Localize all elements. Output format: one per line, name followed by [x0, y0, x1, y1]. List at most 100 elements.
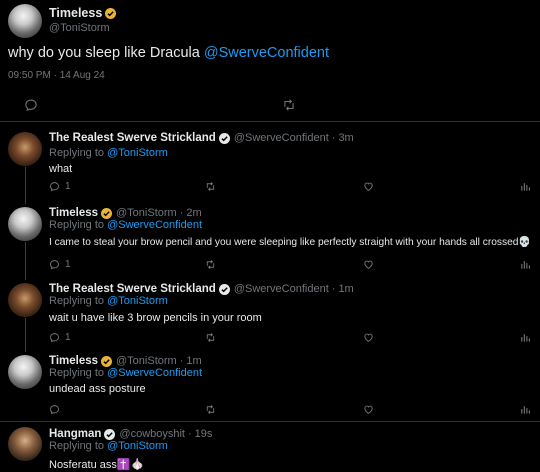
- retweet-button[interactable]: [205, 181, 216, 192]
- relative-time[interactable]: 1m: [186, 355, 201, 367]
- author-row: The Realest Swerve Strickland @SwerveCon…: [49, 283, 354, 295]
- like-button[interactable]: [363, 404, 374, 415]
- handle[interactable]: @SwerveConfident: [234, 132, 329, 144]
- stats-icon: [521, 183, 530, 191]
- retweet-button[interactable]: [205, 259, 216, 270]
- reply-button[interactable]: 1: [49, 332, 71, 343]
- tweet-text: why do you sleep like Dracula @SwerveCon…: [8, 45, 329, 61]
- thread-line: [25, 242, 26, 280]
- reply-button[interactable]: [49, 404, 60, 415]
- reply-button[interactable]: [24, 98, 38, 112]
- verified-badge-icon: [218, 283, 230, 295]
- replying-label: Replying to: [49, 147, 108, 159]
- stats-button[interactable]: [520, 181, 531, 192]
- like-button[interactable]: [363, 259, 374, 270]
- replying-label: Replying to: [49, 295, 108, 307]
- stats-icon: [521, 334, 530, 342]
- mention-link[interactable]: @SwerveConfident: [107, 367, 202, 379]
- divider: [0, 421, 540, 422]
- replying-to: Replying to @ToniStorm: [49, 295, 168, 307]
- like-icon: [364, 182, 373, 191]
- tweet-text: undead ass posture: [49, 383, 146, 395]
- relative-time[interactable]: 1m: [338, 283, 353, 295]
- tweet-text: wait u have like 3 brow pencils in your …: [49, 312, 262, 324]
- avatar[interactable]: [8, 427, 42, 461]
- author-row: Timeless @ToniStorm · 1m: [49, 355, 202, 367]
- stats-button[interactable]: [520, 404, 531, 415]
- author-row: The Realest Swerve Strickland @SwerveCon…: [49, 132, 354, 144]
- display-name[interactable]: The Realest Swerve Strickland: [49, 132, 216, 144]
- relative-time[interactable]: 19s: [195, 428, 213, 440]
- handle[interactable]: @cowboyshit: [119, 428, 185, 440]
- handle[interactable]: @ToniStorm: [116, 207, 177, 219]
- relative-time[interactable]: 3m: [338, 132, 353, 144]
- retweet-icon: [284, 99, 294, 111]
- author-row: Hangman @cowboyshit · 19s: [49, 428, 212, 440]
- retweet-button[interactable]: [205, 332, 216, 343]
- retweet-icon: [206, 182, 215, 191]
- replying-to: Replying to @SwerveConfident: [49, 219, 202, 231]
- reply-button[interactable]: 1: [49, 259, 71, 270]
- tweet-text: Nosferatu ass✝️🧄: [49, 459, 145, 471]
- like-icon: [364, 405, 373, 414]
- reply-count: 1: [65, 181, 71, 192]
- avatar[interactable]: [8, 4, 42, 38]
- display-name[interactable]: Hangman: [49, 428, 101, 440]
- timestamp[interactable]: 09:50 PM · 14 Aug 24: [8, 70, 105, 81]
- tweet-text-body: why do you sleep like Dracula: [8, 45, 204, 61]
- separator-dot: ·: [331, 283, 336, 295]
- verified-badge-icon: [101, 355, 113, 367]
- avatar[interactable]: [8, 355, 42, 389]
- avatar[interactable]: [8, 207, 42, 241]
- display-name[interactable]: The Realest Swerve Strickland: [49, 283, 216, 295]
- retweet-button[interactable]: [282, 98, 296, 112]
- reply-button[interactable]: 1: [49, 181, 71, 192]
- mention-link[interactable]: @SwerveConfident: [204, 45, 329, 61]
- verified-badge-icon: [101, 207, 113, 219]
- display-name[interactable]: Timeless: [49, 207, 98, 219]
- tweet-text: what: [49, 163, 73, 175]
- display-name[interactable]: Timeless: [49, 355, 98, 367]
- like-button[interactable]: [363, 332, 374, 343]
- replying-to: Replying to @SwerveConfident: [49, 367, 202, 379]
- replying-to: Replying to @ToniStorm: [49, 440, 168, 452]
- verified-badge-icon: [104, 428, 116, 440]
- stats-button[interactable]: [520, 332, 531, 343]
- separator-dot: ·: [331, 132, 336, 144]
- verified-badge-icon: [218, 132, 230, 144]
- thread-line: [25, 318, 26, 352]
- mention-link[interactable]: @SwerveConfident: [107, 219, 202, 231]
- like-button[interactable]: [363, 181, 374, 192]
- stats-button[interactable]: [520, 259, 531, 270]
- handle[interactable]: @SwerveConfident: [234, 283, 329, 295]
- mention-link[interactable]: @ToniStorm: [107, 147, 168, 159]
- avatar[interactable]: [8, 283, 42, 317]
- mention-link[interactable]: @ToniStorm: [107, 440, 168, 452]
- author-row: Timeless: [49, 6, 117, 20]
- relative-time[interactable]: 2m: [186, 207, 201, 219]
- retweet-icon: [206, 260, 215, 269]
- main-tweet: Timeless @ToniStorm why do you sleep lik…: [0, 0, 540, 122]
- reply-count: 1: [65, 259, 71, 270]
- handle[interactable]: @ToniStorm: [49, 22, 110, 34]
- replying-label: Replying to: [49, 367, 108, 379]
- stats-icon: [521, 261, 530, 269]
- handle[interactable]: @ToniStorm: [116, 355, 177, 367]
- tweet-text: I came to steal your brow pencil and you…: [49, 237, 532, 248]
- display-name[interactable]: Timeless: [49, 6, 102, 20]
- author-row: Timeless @ToniStorm · 2m: [49, 207, 202, 219]
- separator-dot: ·: [179, 355, 184, 367]
- replying-to: Replying to @ToniStorm: [49, 147, 168, 159]
- separator-dot: ·: [179, 207, 184, 219]
- thread-line: [25, 167, 26, 204]
- mention-link[interactable]: @ToniStorm: [107, 295, 168, 307]
- replying-label: Replying to: [49, 219, 108, 231]
- retweet-icon: [206, 333, 215, 342]
- like-icon: [364, 260, 373, 269]
- reply-icon: [50, 260, 59, 270]
- reply-icon: [50, 405, 59, 415]
- retweet-button[interactable]: [205, 404, 216, 415]
- avatar[interactable]: [8, 132, 42, 166]
- reply-icon: [50, 182, 59, 192]
- separator-dot: ·: [188, 428, 192, 440]
